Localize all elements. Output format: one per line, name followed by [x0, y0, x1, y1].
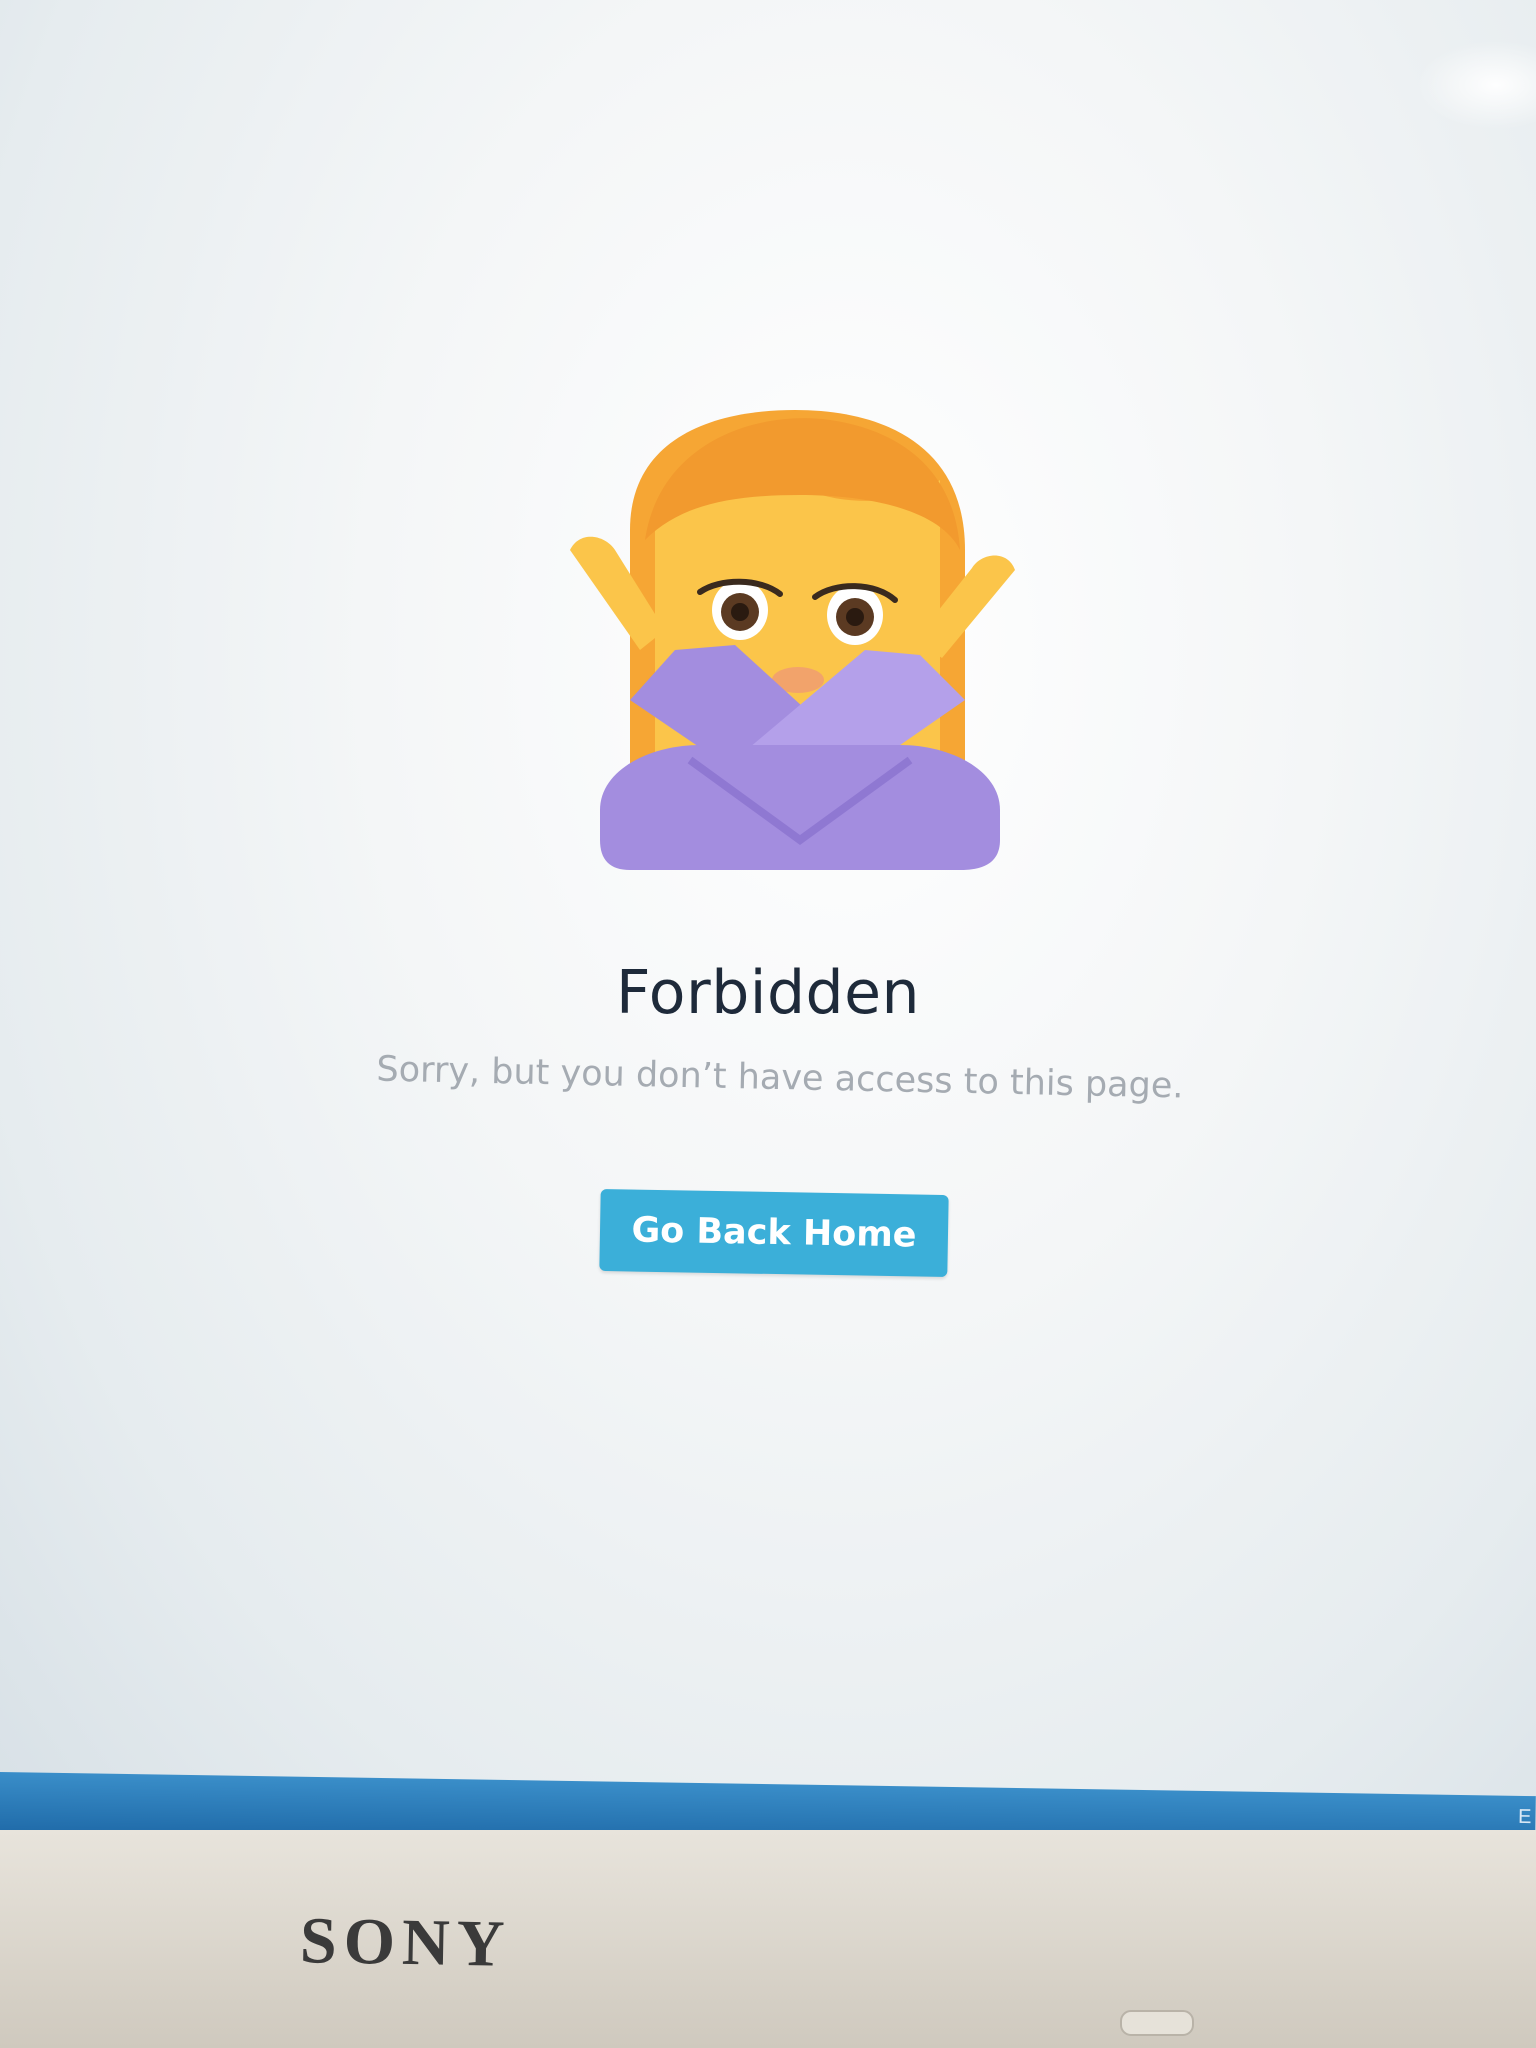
woman-gesturing-no-icon: [570, 410, 1015, 870]
monitor-screen: Forbidden Sorry, but you don’t have acce…: [0, 0, 1536, 1840]
taskbar-edge-label: E: [1517, 1805, 1532, 1829]
monitor-brand-logo: SONY: [299, 1904, 513, 1981]
power-indicator: [1120, 2010, 1194, 2036]
page-title: Forbidden: [615, 958, 921, 1028]
error-message: Sorry, but you don’t have access to this…: [376, 1049, 1184, 1107]
go-back-home-button[interactable]: Go Back Home: [599, 1188, 949, 1278]
error-page: Forbidden Sorry, but you don’t have acce…: [0, 0, 1536, 1780]
monitor-bezel: [0, 1830, 1536, 2048]
